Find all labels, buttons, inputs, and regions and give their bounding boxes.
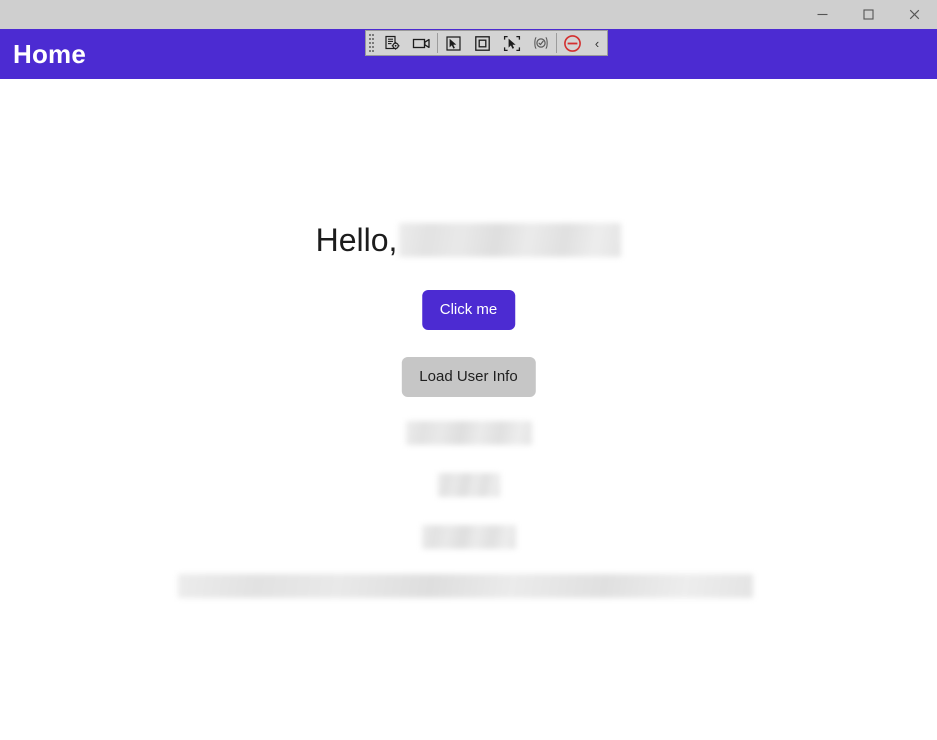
- toolbar-separator-1: [437, 33, 438, 53]
- toolbar-select-region-button[interactable]: [468, 31, 497, 55]
- page-content: Hello, Click me Load User Info: [0, 79, 937, 740]
- cursor-capture-icon: [503, 35, 521, 52]
- window-close-button[interactable]: [891, 0, 937, 29]
- stop-circle-icon: [563, 34, 582, 53]
- maximize-icon: [862, 8, 875, 21]
- toolbar-separator-2: [556, 33, 557, 53]
- user-detail-wide-redacted: [178, 574, 753, 598]
- document-settings-icon: [384, 35, 401, 52]
- toolbar-collapse-button[interactable]: ‹: [587, 31, 607, 55]
- greeting-username-redacted: [399, 223, 622, 257]
- load-user-info-button[interactable]: Load User Info: [401, 357, 536, 397]
- window-titlebar: [0, 0, 937, 29]
- window-minimize-button[interactable]: [799, 0, 845, 29]
- toolbar-drag-handle[interactable]: [366, 31, 378, 55]
- computer-use-toolbar: ‹: [365, 30, 608, 56]
- toolbar-capture-area-button[interactable]: [497, 31, 526, 55]
- click-me-button[interactable]: Click me: [421, 290, 516, 330]
- user-info-line-2-redacted: [437, 473, 500, 497]
- toolbar-validate-button[interactable]: [526, 31, 555, 55]
- titlebar-drag-area[interactable]: [0, 0, 799, 29]
- close-icon: [908, 8, 921, 21]
- video-camera-icon: [412, 36, 431, 51]
- application-window: Home ‹ Hello, Click me Load User Info: [0, 0, 937, 740]
- drag-dots-icon: [369, 34, 375, 52]
- greeting-heading: Hello,: [0, 223, 937, 257]
- check-circle-icon: [533, 35, 549, 51]
- toolbar-record-button[interactable]: [407, 31, 436, 55]
- square-region-icon: [474, 35, 491, 52]
- page-title: Home: [13, 39, 87, 69]
- cursor-select-icon: [445, 35, 462, 52]
- window-maximize-button[interactable]: [845, 0, 891, 29]
- greeting-prefix-text: Hello,: [315, 222, 398, 258]
- toolbar-select-element-button[interactable]: [439, 31, 468, 55]
- minimize-icon: [816, 8, 829, 21]
- user-info-line-3-redacted: [421, 525, 516, 549]
- toolbar-stop-button[interactable]: [558, 31, 587, 55]
- user-info-line-1-redacted: [405, 421, 532, 445]
- toolbar-task-settings-button[interactable]: [378, 31, 407, 55]
